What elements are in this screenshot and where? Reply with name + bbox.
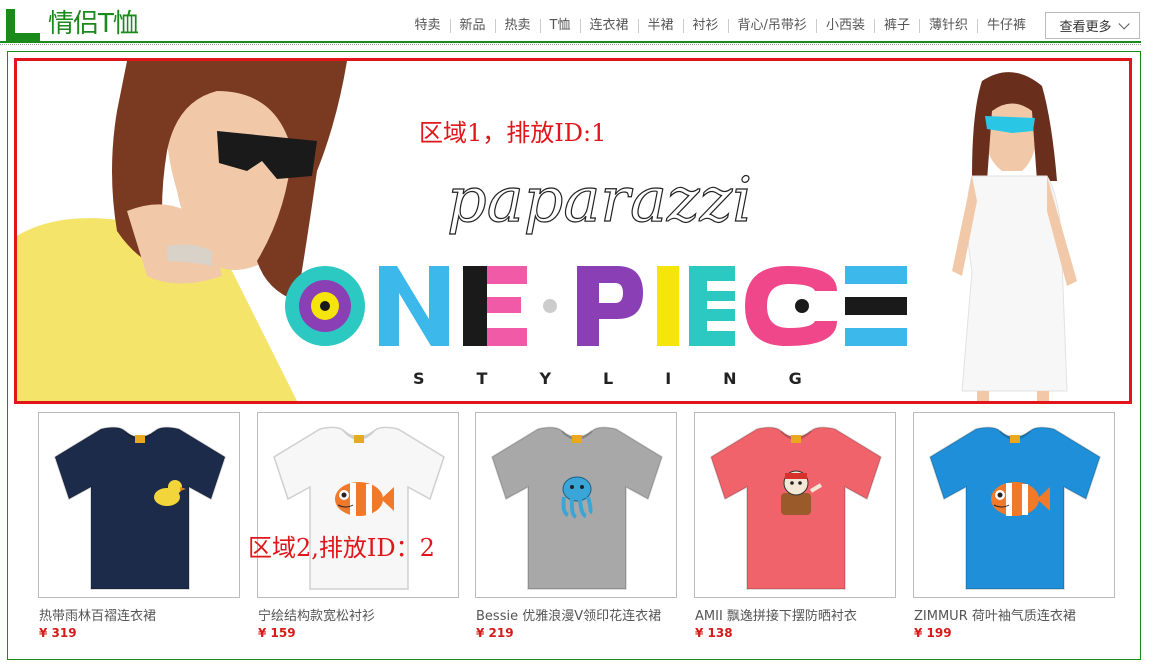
- product-image[interactable]: [257, 412, 459, 598]
- banner-script-word: paparazzi: [447, 163, 752, 236]
- category-nav: 特卖 新品 热卖 T恤 连衣裙 半裙 衬衫 背心/吊带衫 小西装 裤子 薄针织 …: [406, 16, 1036, 36]
- nav-item-hot[interactable]: 热卖: [494, 19, 540, 33]
- tshirt-image: [929, 426, 1101, 590]
- nav-item-dress[interactable]: 连衣裙: [579, 19, 638, 33]
- tshirt-image: [491, 426, 663, 590]
- nav-item-pants[interactable]: 裤子: [873, 19, 919, 33]
- product-card[interactable]: AMII 飘逸拼接下摆防晒衬衣 ¥ 138: [694, 412, 896, 648]
- view-more-button[interactable]: 查看更多: [1045, 12, 1140, 39]
- nav-item-shirt[interactable]: 衬衫: [682, 19, 728, 33]
- product-name[interactable]: 宁绘结构款宽松衬衫: [258, 605, 375, 624]
- chevron-down-icon: [1117, 17, 1130, 30]
- nav-item-knit[interactable]: 薄针织: [918, 19, 977, 33]
- product-image[interactable]: [38, 412, 240, 598]
- product-image[interactable]: [475, 412, 677, 598]
- category-title: 情侣T恤: [48, 9, 139, 39]
- left-model-figure: [17, 61, 347, 401]
- nav-item-tshirt[interactable]: T恤: [539, 19, 580, 33]
- banner-artwork: paparazzi: [17, 61, 1077, 401]
- product-name[interactable]: Bessie 优雅浪漫V领印花连衣裙: [476, 605, 661, 624]
- nav-item-sale[interactable]: 特卖: [406, 19, 450, 33]
- product-card[interactable]: 热带雨林百褶连衣裙 ¥ 319: [38, 412, 240, 648]
- tshirt-image: [54, 426, 226, 590]
- product-grid: 热带雨林百褶连衣裙 ¥ 319 宁绘结构款宽松衬衫 ¥ 159 Bessie 优…: [38, 412, 1118, 652]
- region-2-label: 区域2,排放ID：2: [248, 534, 435, 562]
- page: 情侣T恤 特卖 新品 热卖 T恤 连衣裙 半裙 衬衫 背心/吊带衫 小西装 裤子…: [0, 0, 1153, 666]
- banner-region-1[interactable]: paparazzi 区域1，排放ID:1 STYLING: [14, 58, 1132, 404]
- nav-item-vest[interactable]: 背心/吊带衫: [727, 19, 816, 33]
- one-piece-logo: [285, 266, 907, 346]
- region-1-label: 区域1，排放ID:1: [419, 119, 607, 147]
- product-price: ¥ 159: [258, 626, 296, 640]
- product-price: ¥ 219: [476, 626, 514, 640]
- nav-item-blazer[interactable]: 小西装: [815, 19, 874, 33]
- header-divider: [0, 41, 1141, 43]
- logo-l-icon: [6, 9, 40, 41]
- product-image[interactable]: [913, 412, 1115, 598]
- right-model-figure: [952, 72, 1077, 401]
- header: 情侣T恤 特卖 新品 热卖 T恤 连衣裙 半裙 衬衫 背心/吊带衫 小西装 裤子…: [0, 0, 1153, 45]
- product-name[interactable]: ZIMMUR 荷叶袖气质连衣裙: [914, 605, 1076, 624]
- product-card[interactable]: Bessie 优雅浪漫V领印花连衣裙 ¥ 219: [475, 412, 677, 648]
- nav-item-skirt[interactable]: 半裙: [637, 19, 683, 33]
- product-name[interactable]: 热带雨林百褶连衣裙: [39, 605, 156, 624]
- nav-item-jeans[interactable]: 牛仔裤: [976, 19, 1035, 33]
- product-price: ¥ 319: [39, 626, 77, 640]
- product-price: ¥ 199: [914, 626, 952, 640]
- product-image[interactable]: [694, 412, 896, 598]
- header-dotted-divider: [0, 44, 1141, 45]
- banner-subtitle: STYLING: [413, 369, 854, 388]
- view-more-label: 查看更多: [1059, 20, 1112, 35]
- tshirt-image: [710, 426, 882, 590]
- nav-item-new[interactable]: 新品: [449, 19, 495, 33]
- product-name[interactable]: AMII 飘逸拼接下摆防晒衬衣: [695, 605, 857, 624]
- product-card[interactable]: ZIMMUR 荷叶袖气质连衣裙 ¥ 199: [913, 412, 1115, 648]
- product-price: ¥ 138: [695, 626, 733, 640]
- tshirt-image: [273, 426, 445, 590]
